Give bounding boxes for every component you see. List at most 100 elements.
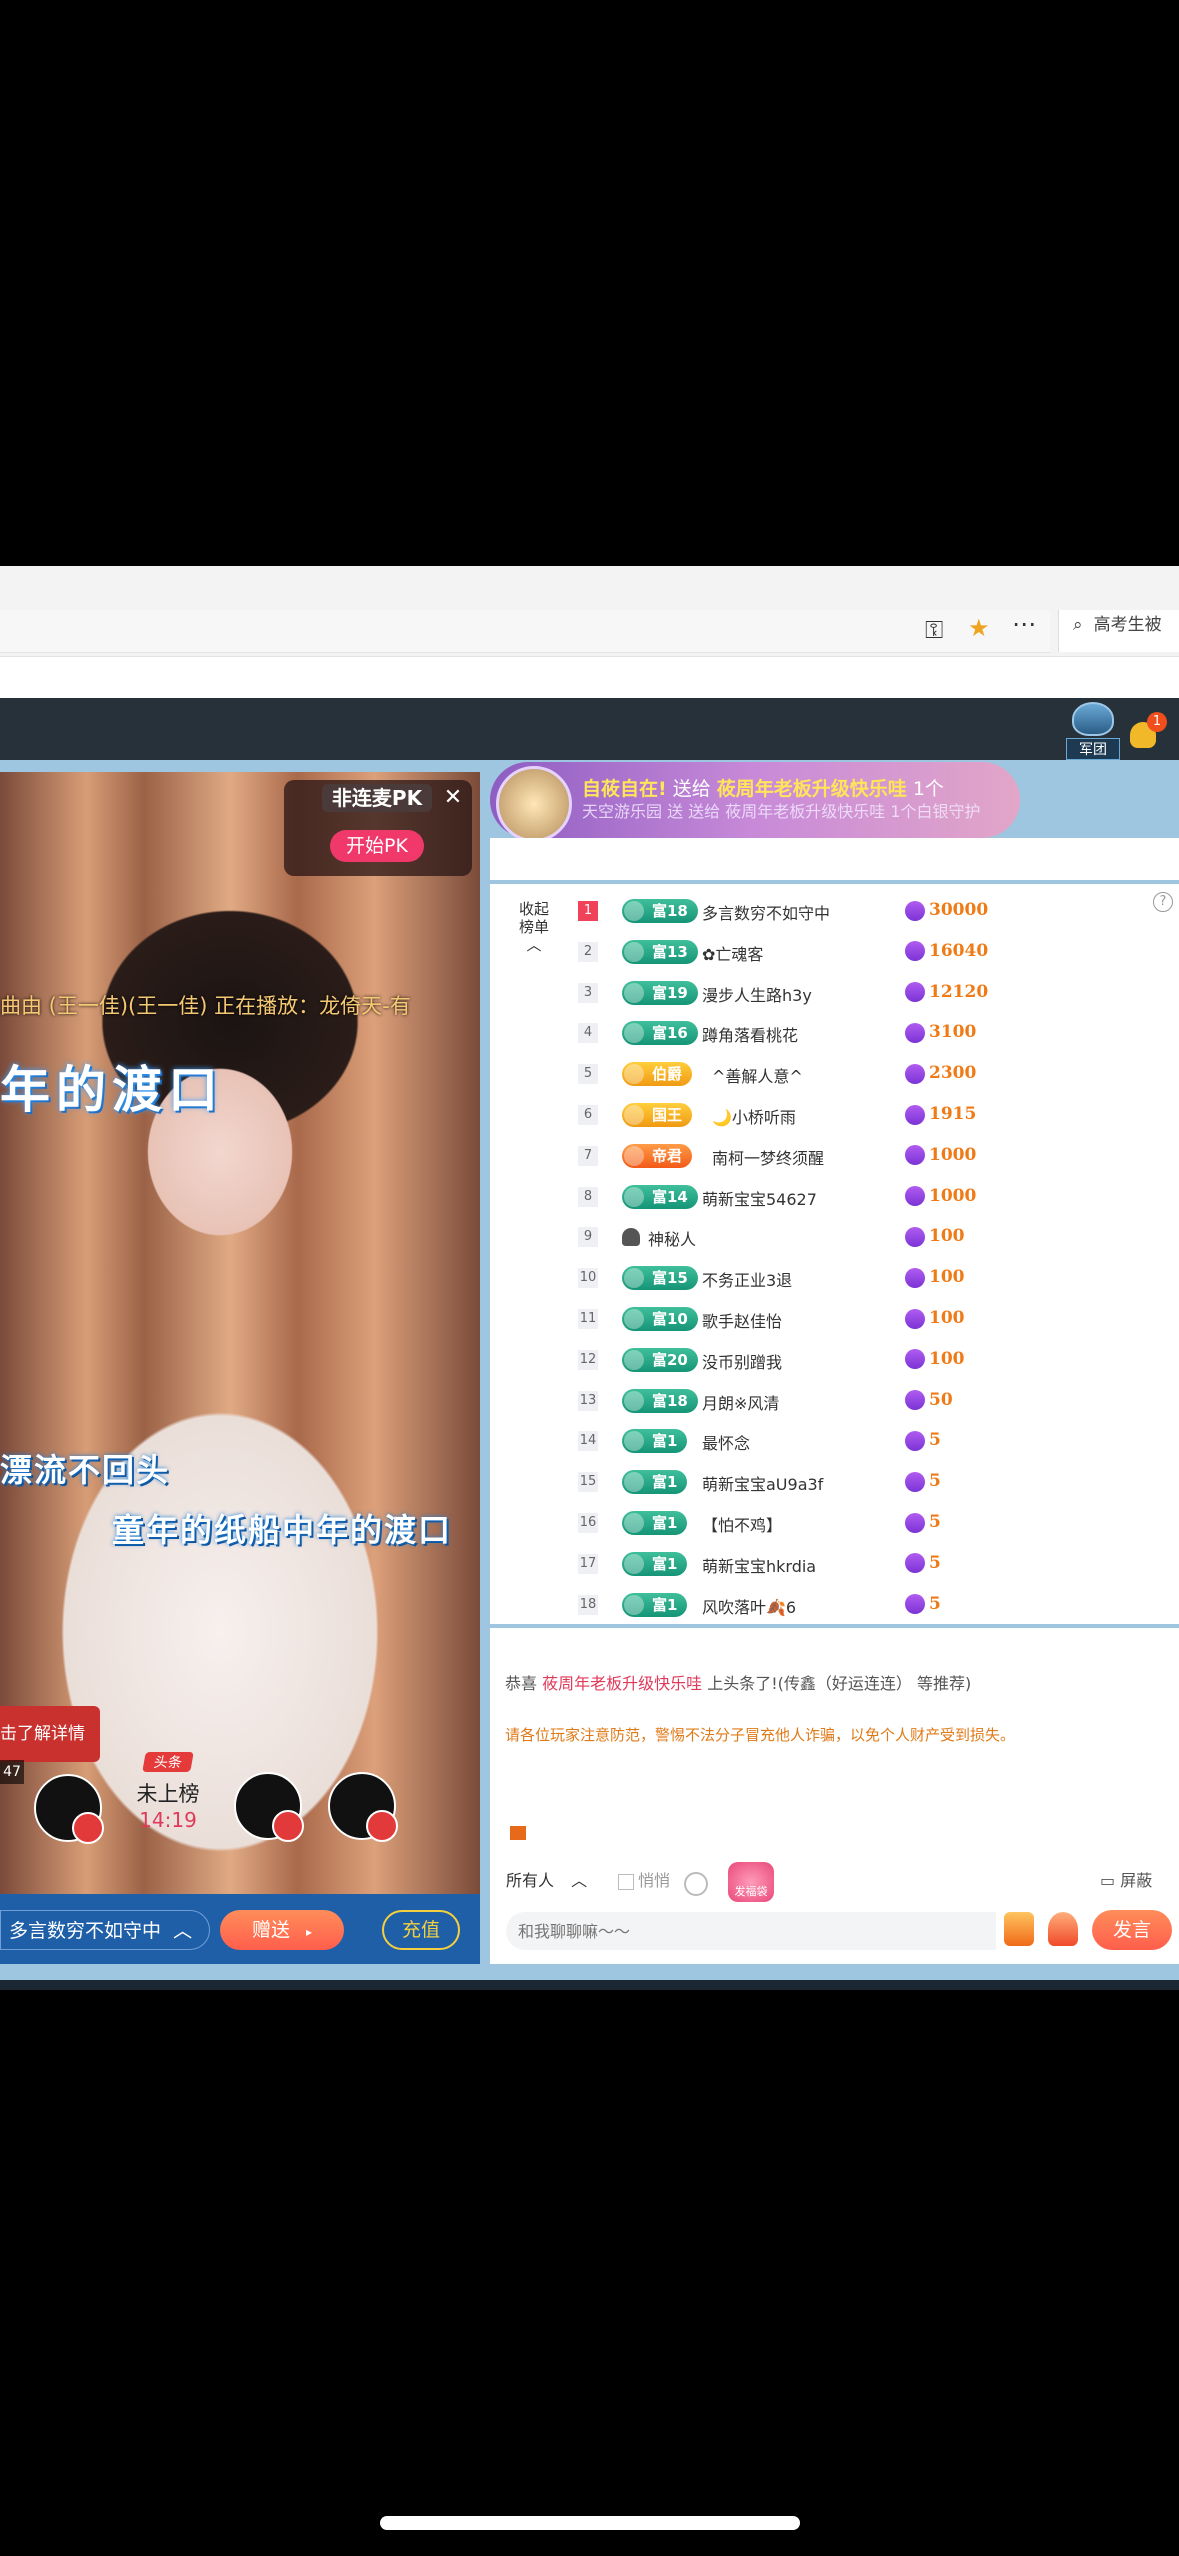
user-name[interactable]: 月朗※风清 bbox=[702, 1390, 779, 1414]
level-icon bbox=[624, 1594, 644, 1615]
user-name[interactable]: 不务正业3退 bbox=[702, 1267, 792, 1291]
collapse-ranking-button[interactable]: 收起榜单 ︿ bbox=[514, 900, 554, 954]
headline-time: 14:19 bbox=[139, 1808, 197, 1832]
user-name[interactable]: 最怀念 bbox=[702, 1430, 750, 1454]
gift-target-select[interactable]: 多言数穷不如守中 ︿ bbox=[0, 1910, 210, 1950]
level-label: 富18 bbox=[652, 902, 688, 920]
score-value: 12120 bbox=[929, 981, 989, 1002]
seat-avatar[interactable] bbox=[328, 1772, 398, 1842]
user-name[interactable]: ✿亡魂客 bbox=[702, 941, 763, 965]
user-name[interactable]: 萌新宝宝54627 bbox=[702, 1186, 817, 1210]
site-header bbox=[0, 698, 1179, 760]
star-icon[interactable]: ★ bbox=[968, 614, 990, 642]
user-name[interactable]: 【怕不鸡】 bbox=[702, 1512, 782, 1536]
block-icon: ▭ bbox=[1100, 1871, 1116, 1890]
ranking-row[interactable]: 9 神秘人 100 bbox=[578, 1218, 1168, 1258]
seat-avatar[interactable] bbox=[34, 1774, 104, 1844]
seat-avatar[interactable] bbox=[234, 1772, 304, 1842]
ranking-row[interactable]: 1 富18 多言数穷不如守中 30000 bbox=[578, 892, 1168, 932]
ranking-row[interactable]: 3 富19 漫步人生路h3y 12120 bbox=[578, 974, 1168, 1014]
lightning-icon bbox=[905, 1512, 925, 1533]
whisper-checkbox[interactable] bbox=[618, 1873, 634, 1890]
user-name[interactable]: 歌手赵佳怡 bbox=[702, 1308, 782, 1332]
chat-congrats-name[interactable]: 莜周年老板升级快乐哇 bbox=[542, 1674, 702, 1693]
level-label: 富1 bbox=[652, 1432, 678, 1451]
chat-input[interactable] bbox=[506, 1912, 996, 1950]
score-value: 100 bbox=[929, 1267, 965, 1288]
ranking-row[interactable]: 4 富16 蹲角落看桃花 3100 bbox=[578, 1014, 1168, 1054]
search-icon: ⌕ bbox=[1073, 615, 1083, 635]
rank-number: 12 bbox=[578, 1349, 598, 1370]
charge-button[interactable]: 充值 bbox=[382, 1910, 460, 1950]
send-message-button[interactable]: 发言 bbox=[1092, 1910, 1172, 1950]
ranking-row[interactable]: 14 富1 最怀念 5 bbox=[578, 1422, 1168, 1462]
chevron-up-icon: ︿ bbox=[173, 1920, 193, 1942]
rank-number: 9 bbox=[578, 1227, 598, 1248]
ranking-row[interactable]: 13 富18 月朗※风清 50 bbox=[578, 1382, 1168, 1422]
emoji-icon[interactable] bbox=[684, 1872, 708, 1896]
start-pk-button[interactable]: 开始PK bbox=[330, 830, 424, 862]
ranking-row[interactable]: 12 富20 没币别蹭我 100 bbox=[578, 1341, 1168, 1381]
more-icon[interactable]: ⋯ bbox=[1012, 610, 1036, 638]
user-name[interactable]: 没币别蹭我 bbox=[702, 1349, 782, 1373]
key-icon[interactable]: ⚿ bbox=[925, 616, 943, 644]
contribution-score: 30000 bbox=[905, 900, 988, 921]
ranking-row[interactable]: 5 伯爵 ^善解人意^ 2300 bbox=[578, 1055, 1168, 1095]
level-label: 伯爵 bbox=[652, 1065, 683, 1084]
rank-number: 17 bbox=[578, 1553, 598, 1574]
level-badge: 富16 bbox=[622, 1021, 698, 1046]
ranking-row[interactable]: 17 富1 萌新宝宝hkrdia 5 bbox=[578, 1545, 1168, 1585]
address-bar[interactable] bbox=[0, 610, 1050, 653]
ranking-row[interactable]: 2 富13 ✿亡魂客 16040 bbox=[578, 933, 1168, 973]
block-button[interactable]: ▭ 屏蔽 bbox=[1100, 1866, 1152, 1896]
user-name[interactable]: 漫步人生路h3y bbox=[702, 982, 812, 1006]
seat-icon bbox=[366, 1810, 398, 1842]
ranking-row[interactable]: 10 富15 不务正业3退 100 bbox=[578, 1259, 1168, 1299]
user-name[interactable]: 神秘人 bbox=[648, 1226, 696, 1250]
ranking-row[interactable]: 11 富10 歌手赵佳怡 100 bbox=[578, 1300, 1168, 1340]
user-name[interactable]: 风吹落叶🍂6 bbox=[702, 1594, 796, 1618]
level-icon bbox=[624, 941, 644, 962]
flag-icon[interactable] bbox=[510, 1826, 526, 1840]
contribution-score: 1000 bbox=[905, 1186, 976, 1207]
details-button[interactable]: 击了解详情 bbox=[0, 1706, 100, 1762]
banner-avatar bbox=[496, 766, 572, 842]
level-icon bbox=[624, 1390, 644, 1411]
score-value: 5 bbox=[929, 1552, 941, 1573]
chat-target-select[interactable]: 所有人 ︿ bbox=[506, 1866, 606, 1896]
block-label: 屏蔽 bbox=[1120, 1871, 1153, 1890]
level-badge: 富10 bbox=[622, 1307, 698, 1331]
ranking-row[interactable]: 16 富1 【怕不鸡】 5 bbox=[578, 1504, 1168, 1544]
fan-icon[interactable] bbox=[1004, 1912, 1034, 1946]
user-name[interactable]: 萌新宝宝aU9a3f bbox=[702, 1471, 823, 1495]
headline-widget[interactable]: 头条 未上榜 14:19 bbox=[128, 1752, 208, 1842]
user-name[interactable]: 萌新宝宝hkrdia bbox=[702, 1553, 816, 1577]
user-name[interactable]: 🌙小桥听雨 bbox=[712, 1104, 796, 1128]
lucky-bag-icon[interactable]: 发福袋 bbox=[728, 1862, 774, 1902]
user-name[interactable]: 蹲角落看桃花 bbox=[702, 1022, 798, 1046]
team-button[interactable]: 军团 bbox=[1066, 702, 1120, 760]
rocket-icon[interactable] bbox=[1048, 1912, 1078, 1946]
user-name[interactable]: 多言数穷不如守中 bbox=[702, 900, 830, 924]
user-name[interactable]: ^善解人意^ bbox=[712, 1063, 803, 1087]
ranking-row[interactable]: 15 富1 萌新宝宝aU9a3f 5 bbox=[578, 1463, 1168, 1503]
pk-close-icon[interactable]: ✕ bbox=[441, 786, 465, 810]
home-indicator[interactable] bbox=[380, 2516, 800, 2530]
score-value: 1915 bbox=[929, 1104, 977, 1124]
level-badge: 富18 bbox=[622, 1388, 698, 1413]
lightning-icon bbox=[905, 900, 925, 921]
ranking-row[interactable]: 7 帝君 南柯一梦终须醒 1000 bbox=[578, 1137, 1168, 1177]
user-name[interactable]: 南柯一梦终须醒 bbox=[712, 1145, 824, 1169]
whisper-toggle[interactable]: 悄悄 bbox=[618, 1866, 670, 1896]
ranking-row[interactable]: 18 富1 风吹落叶🍂6 5 bbox=[578, 1586, 1168, 1626]
notification-button[interactable]: 1 bbox=[1130, 712, 1167, 752]
ranking-row[interactable]: 8 富14 萌新宝宝54627 1000 bbox=[578, 1178, 1168, 1218]
rank-number: 11 bbox=[578, 1309, 598, 1329]
mini-count: 47 bbox=[0, 1760, 24, 1784]
browser-search-box[interactable]: ⌕ 高考生被 bbox=[1058, 610, 1179, 652]
send-gift-button[interactable]: 赠送 ▸ bbox=[220, 1910, 344, 1950]
ranking-row[interactable]: 6 国王 🌙小桥听雨 1915 bbox=[578, 1096, 1168, 1136]
lightning-icon bbox=[905, 1349, 925, 1370]
level-label: 富20 bbox=[652, 1350, 688, 1369]
level-label: 富1 bbox=[652, 1473, 678, 1492]
